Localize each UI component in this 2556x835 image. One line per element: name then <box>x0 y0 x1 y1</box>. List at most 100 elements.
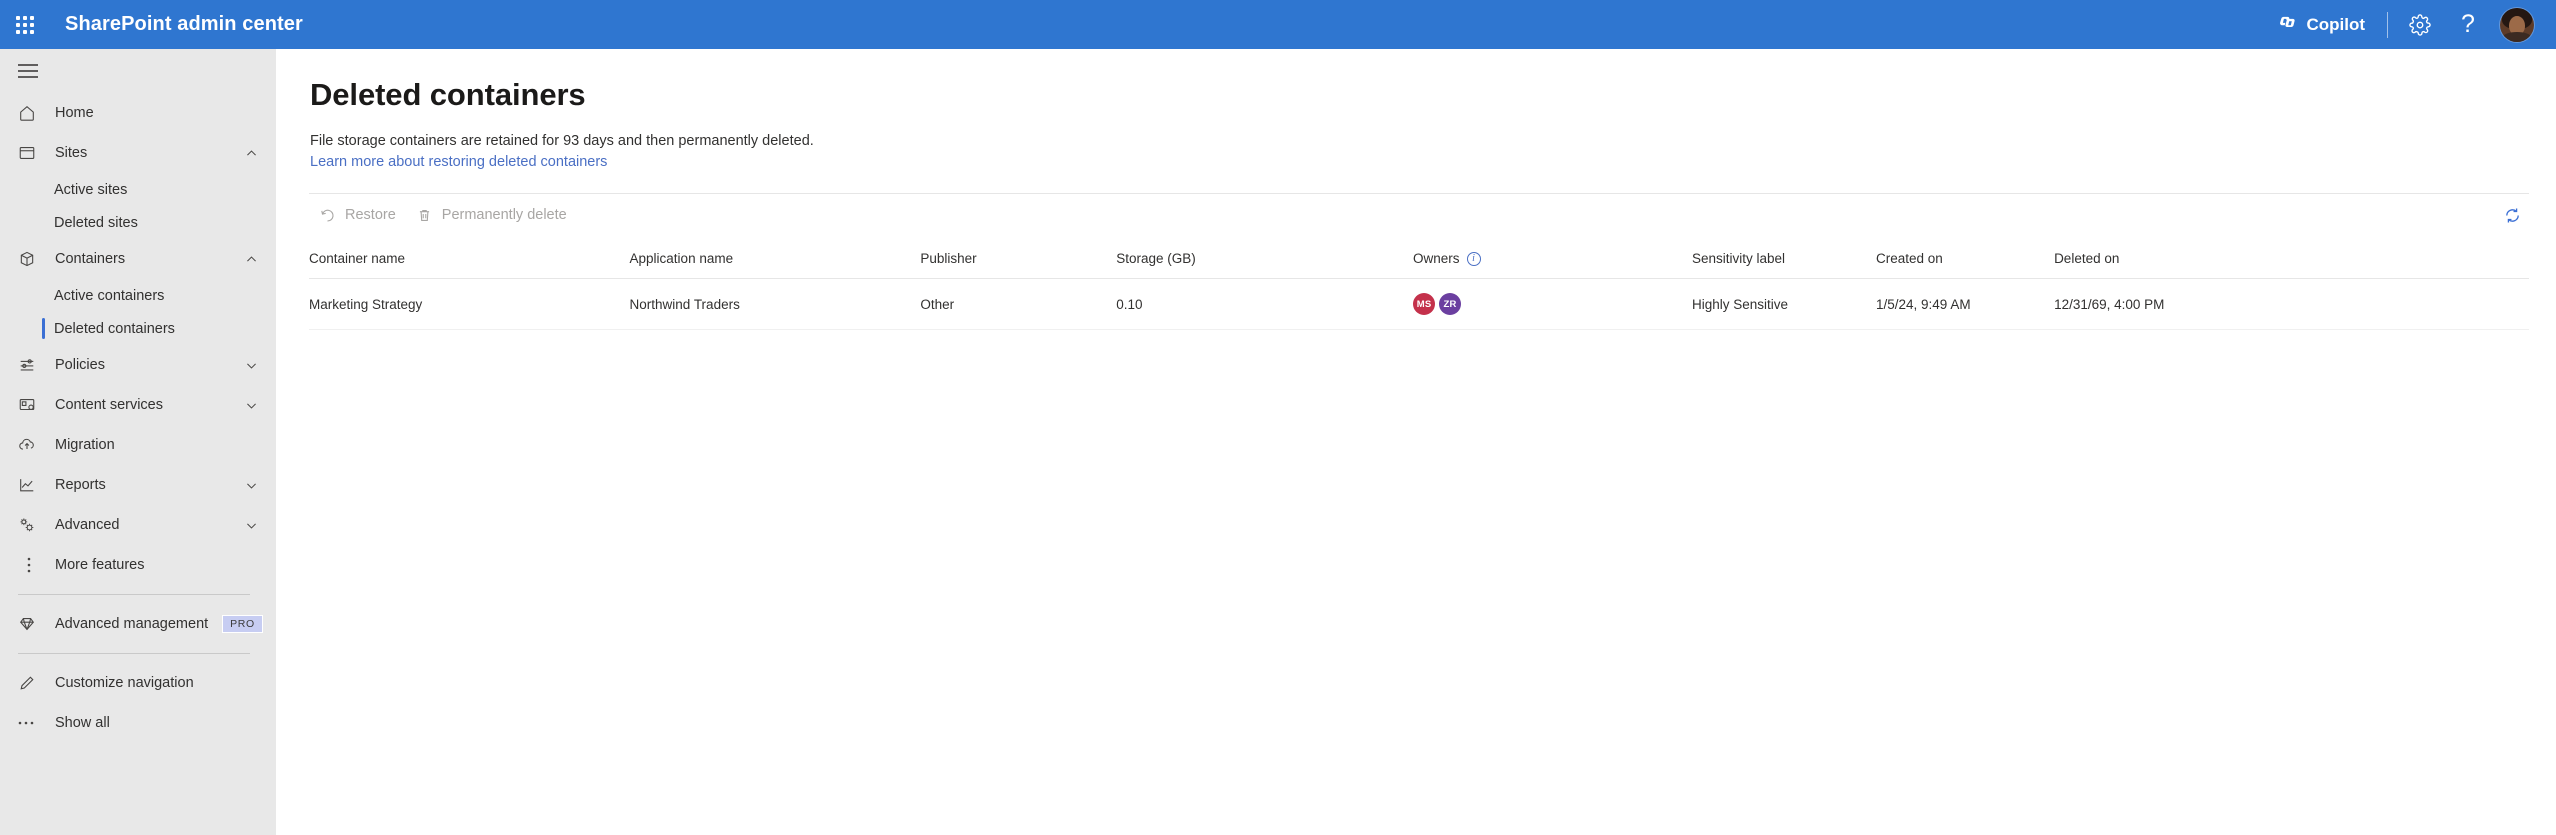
sidebar-item-label: Containers <box>55 251 126 267</box>
chevron-down-icon[interactable] <box>245 399 258 412</box>
column-header-owners[interactable]: Owners i <box>1413 240 1692 280</box>
sliders-icon <box>18 355 40 375</box>
app-title: SharePoint admin center <box>65 13 303 35</box>
sidebar: Home Sites Active sites Deleted sites Co… <box>0 49 276 835</box>
table-header-row: Container name Application name Publishe… <box>309 240 2529 280</box>
sidebar-item-content-services[interactable]: Content services <box>0 385 276 425</box>
permanently-delete-label: Permanently delete <box>441 207 567 224</box>
sidebar-item-label: Home <box>55 105 94 121</box>
sidebar-item-label: Active containers <box>54 287 165 304</box>
sidebar-item-label: Migration <box>55 437 115 453</box>
cell-deleted-on: 12/31/69, 4:00 PM <box>2054 278 2529 331</box>
column-header-deleted-on[interactable]: Deleted on <box>2054 240 2529 280</box>
sidebar-item-active-containers[interactable]: Active containers <box>0 279 276 312</box>
page-description: File storage containers are retained for… <box>310 133 814 149</box>
sidebar-divider <box>18 653 250 654</box>
sites-icon <box>18 143 40 163</box>
deleted-containers-table: Container name Application name Publishe… <box>309 240 2529 331</box>
restore-button[interactable]: Restore <box>309 198 406 232</box>
sidebar-item-advanced-management[interactable]: Advanced management PRO <box>0 604 276 644</box>
sidebar-item-label: Advanced <box>55 517 120 533</box>
cell-owners: MS ZR <box>1413 278 1692 331</box>
sidebar-item-label: Customize navigation <box>55 675 194 691</box>
sidebar-item-reports[interactable]: Reports <box>0 465 276 505</box>
column-header-application-name[interactable]: Application name <box>629 240 921 280</box>
sidebar-item-show-all[interactable]: Show all <box>0 703 276 743</box>
chart-line-icon <box>18 475 40 495</box>
chevron-up-icon[interactable] <box>245 253 258 266</box>
restore-arrow-icon <box>319 207 336 224</box>
sidebar-item-containers[interactable]: Containers <box>0 239 276 279</box>
trash-icon <box>416 207 433 224</box>
chevron-up-icon[interactable] <box>245 147 258 160</box>
status-badge: PRO <box>222 615 263 633</box>
chevron-down-icon[interactable] <box>245 359 258 372</box>
column-header-created-on[interactable]: Created on <box>1876 240 2055 280</box>
cell-created-on: 1/5/24, 9:49 AM <box>1876 278 2055 331</box>
sidebar-item-migration[interactable]: Migration <box>0 425 276 465</box>
content-services-icon <box>18 395 40 415</box>
sidebar-divider <box>18 594 250 595</box>
copilot-label: Copilot <box>2306 14 2365 34</box>
home-icon <box>18 103 40 123</box>
gears-icon <box>18 515 40 535</box>
sidebar-item-policies[interactable]: Policies <box>0 345 276 385</box>
chevron-down-icon[interactable] <box>245 479 258 492</box>
sidebar-item-active-sites[interactable]: Active sites <box>0 173 276 206</box>
chevron-down-icon[interactable] <box>245 519 258 532</box>
sidebar-item-label: Policies <box>55 357 105 373</box>
cell-storage-gb: 0.10 <box>1116 278 1414 331</box>
sidebar-item-label: Sites <box>55 145 88 161</box>
column-header-publisher[interactable]: Publisher <box>920 240 1117 280</box>
avatar[interactable]: ZR <box>1439 293 1462 316</box>
sidebar-item-deleted-containers[interactable]: Deleted containers <box>0 312 276 345</box>
question-mark-icon[interactable]: ? <box>2444 0 2492 49</box>
permanently-delete-button[interactable]: Permanently delete <box>406 198 577 232</box>
cell-sensitivity-label: Highly Sensitive <box>1692 278 1876 331</box>
header-actions: Copilot ? <box>2263 0 2556 49</box>
app-launcher-waffle-icon[interactable] <box>0 0 49 49</box>
more-vertical-icon <box>18 555 40 575</box>
pencil-icon <box>18 673 40 693</box>
learn-more-link[interactable]: Learn more about restoring deleted conta… <box>310 154 607 170</box>
sidebar-item-label: Show all <box>55 715 110 731</box>
command-toolbar: Restore Permanently delete <box>309 193 2529 236</box>
sidebar-item-label: Reports <box>55 477 106 493</box>
column-header-owners-label: Owners <box>1413 251 1460 267</box>
copilot-button[interactable]: Copilot <box>2263 0 2379 49</box>
page-title: Deleted containers <box>310 77 586 112</box>
ellipsis-icon <box>18 713 40 733</box>
restore-label: Restore <box>345 207 396 224</box>
sidebar-item-label: More features <box>55 557 145 573</box>
sidebar-item-deleted-sites[interactable]: Deleted sites <box>0 206 276 239</box>
sidebar-item-home[interactable]: Home <box>0 93 276 133</box>
cell-publisher: Other <box>920 278 1117 331</box>
containers-box-icon <box>18 249 40 269</box>
cloud-upload-icon <box>18 435 40 455</box>
sidebar-item-more-features[interactable]: More features <box>0 545 276 585</box>
avatar[interactable]: MS <box>1413 293 1436 316</box>
sidebar-item-sites[interactable]: Sites <box>0 133 276 173</box>
cell-application-name: Northwind Traders <box>629 278 921 331</box>
column-header-sensitivity-label[interactable]: Sensitivity label <box>1692 240 1876 280</box>
sidebar-item-advanced[interactable]: Advanced <box>0 505 276 545</box>
refresh-icon[interactable] <box>2495 198 2529 232</box>
cell-container-name[interactable]: Marketing Strategy <box>309 278 630 331</box>
info-icon[interactable]: i <box>1466 251 1481 266</box>
sidebar-item-label: Deleted sites <box>54 214 138 231</box>
table-row[interactable]: Marketing Strategy Northwind Traders Oth… <box>309 278 2529 331</box>
help-glyph: ? <box>2461 10 2475 38</box>
gear-icon[interactable] <box>2396 0 2444 49</box>
main-content: Deleted containers File storage containe… <box>276 49 2556 835</box>
avatar[interactable] <box>2492 0 2542 49</box>
sidebar-item-label: Advanced management <box>55 616 209 632</box>
sidebar-item-customize-navigation[interactable]: Customize navigation <box>0 663 276 703</box>
copilot-icon <box>2277 12 2297 37</box>
column-header-container-name[interactable]: Container name <box>309 240 630 280</box>
app-header: SharePoint admin center Copilot ? <box>0 0 2556 49</box>
hamburger-menu-icon[interactable] <box>0 49 276 93</box>
column-header-storage[interactable]: Storage (GB) <box>1116 240 1414 280</box>
diamond-icon <box>18 614 40 634</box>
sidebar-item-label: Deleted containers <box>54 320 175 337</box>
header-divider <box>2387 11 2388 38</box>
